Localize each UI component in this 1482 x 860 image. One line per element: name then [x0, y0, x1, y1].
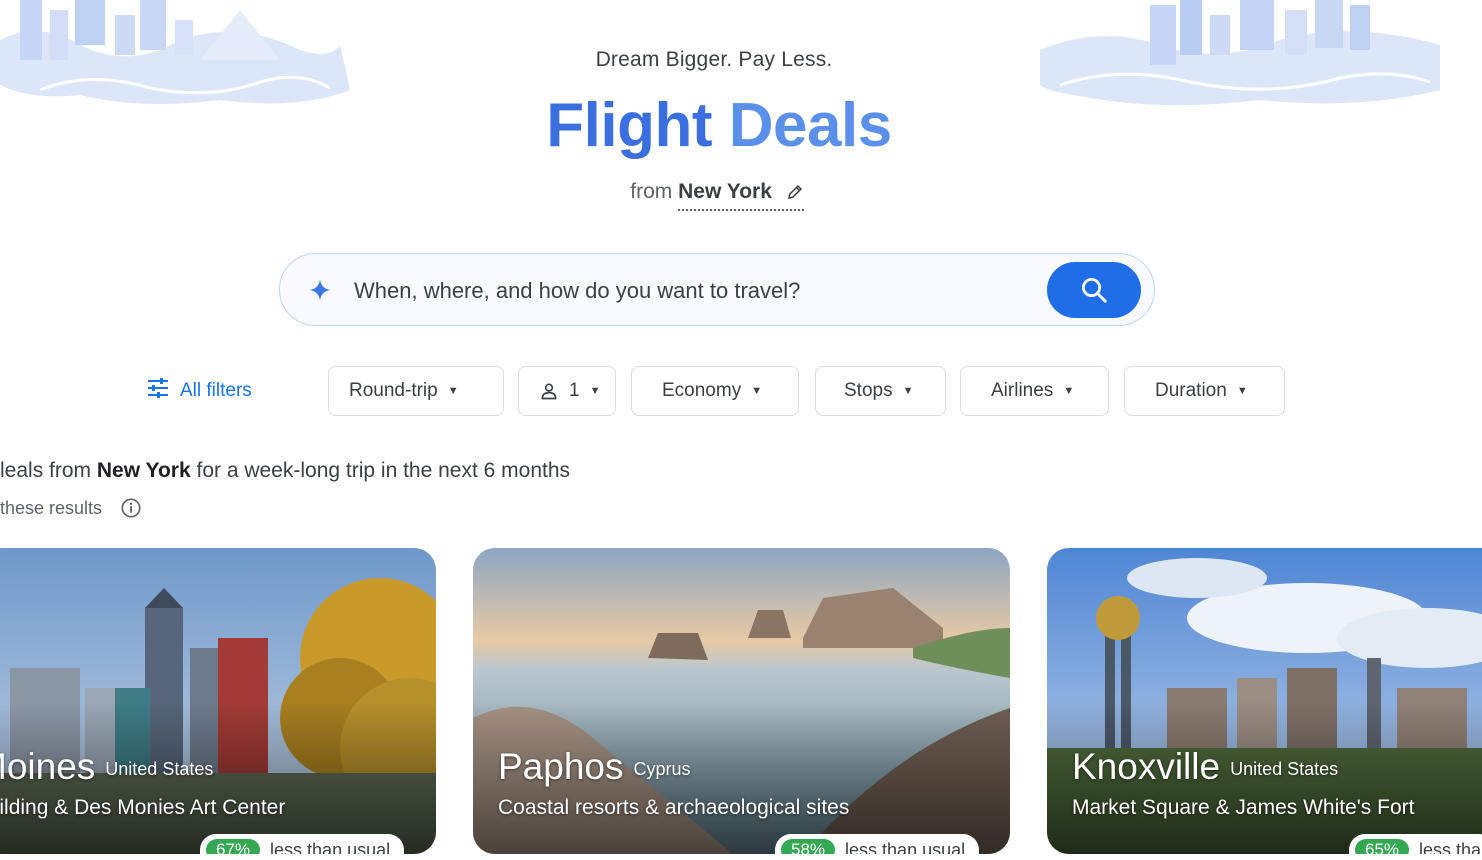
page-title: Flight Deals	[0, 90, 1438, 161]
results-heading-prefix: leals from	[0, 459, 92, 482]
origin-city-label: New York	[678, 180, 772, 203]
passengers-dropdown[interactable]: 1 ▼	[518, 366, 616, 416]
deal-country: United States	[1230, 759, 1339, 779]
results-heading-city: New York	[96, 459, 191, 482]
stops-dropdown[interactable]: Stops ▼	[815, 366, 946, 416]
deal-city: Paphos Cyprus	[498, 746, 691, 788]
deal-country: United States	[105, 759, 214, 779]
airlines-label: Airlines	[991, 380, 1054, 401]
origin-prefix: from	[630, 180, 673, 203]
deal-country: Cyprus	[633, 759, 691, 779]
results-info: these results	[0, 497, 142, 519]
deal-badge-text: less than usual	[270, 839, 391, 855]
hero-tagline: Dream Bigger. Pay Less.	[595, 48, 833, 71]
deal-percent: 67%	[206, 839, 261, 854]
tune-icon	[146, 377, 180, 405]
chevron-down-icon: ▼	[1236, 385, 1248, 397]
deal-badge: 67% less than usual	[200, 834, 405, 855]
info-icon[interactable]	[102, 497, 142, 519]
stops-label: Stops	[844, 380, 893, 401]
cabin-class-label: Economy	[662, 380, 742, 401]
origin-selector: from New York	[0, 180, 1434, 211]
cabin-class-dropdown[interactable]: Economy ▼	[631, 366, 799, 416]
deal-city: Knoxville United States	[1072, 746, 1338, 788]
deal-card[interactable]: Knoxville United States Market Square & J…	[1047, 548, 1482, 854]
deal-card[interactable]: Paphos Cyprus Coastal resorts & archaeolo…	[473, 548, 1010, 854]
deal-badge: 58% less than usual	[775, 834, 980, 855]
filter-bar: All filters Round-trip ▼ 1 ▼ Economy ▼ S…	[0, 366, 1482, 416]
all-filters-button[interactable]: All filters	[146, 376, 252, 406]
deal-city-name: Paphos	[498, 746, 624, 787]
deal-badge-text: less tha	[1419, 839, 1482, 855]
deal-description: building & Des Monies Art Center	[0, 796, 286, 819]
chevron-down-icon: ▼	[1063, 385, 1075, 397]
results-info-text: these results	[0, 497, 103, 518]
chevron-down-icon: ▼	[447, 385, 459, 397]
results-heading: leals from New York for a week-long trip…	[0, 459, 570, 483]
deal-city: Moines United States	[0, 746, 213, 788]
deal-percent: 65%	[1355, 839, 1410, 854]
pencil-icon	[786, 183, 804, 207]
duration-label: Duration	[1155, 380, 1227, 401]
deal-percent: 58%	[781, 839, 836, 854]
passenger-count: 1	[569, 380, 580, 401]
chevron-down-icon: ▼	[751, 385, 763, 397]
search-button[interactable]	[1047, 262, 1141, 318]
deal-card[interactable]: Moines United States building & Des Monie…	[0, 548, 436, 854]
origin-city-link[interactable]: New York	[678, 180, 804, 211]
airlines-dropdown[interactable]: Airlines ▼	[960, 366, 1109, 416]
deal-badge: 65% less tha	[1349, 834, 1482, 854]
chevron-down-icon: ▼	[902, 385, 914, 397]
deal-city-name: Moines	[0, 746, 96, 787]
duration-dropdown[interactable]: Duration ▼	[1124, 366, 1285, 416]
deal-description: Coastal resorts & archaeological sites	[498, 796, 850, 819]
deal-description: Market Square & James White's Fort	[1072, 796, 1415, 819]
results-heading-suffix: for a week-long trip in the next 6 month…	[196, 459, 571, 482]
all-filters-label: All filters	[180, 380, 252, 401]
page-title-word-2: Deals	[728, 91, 892, 160]
sparkle-icon	[308, 278, 332, 307]
trip-type-dropdown[interactable]: Round-trip ▼	[328, 366, 504, 416]
person-icon	[539, 381, 559, 401]
search-input[interactable]	[352, 268, 1046, 314]
search-bar	[279, 253, 1155, 326]
deal-badge-text: less than usual	[845, 839, 966, 855]
chevron-down-icon: ▼	[589, 385, 601, 397]
page-title-word-1: Flight	[546, 91, 713, 160]
deal-city-name: Knoxville	[1072, 746, 1221, 787]
trip-type-label: Round-trip	[349, 380, 438, 401]
